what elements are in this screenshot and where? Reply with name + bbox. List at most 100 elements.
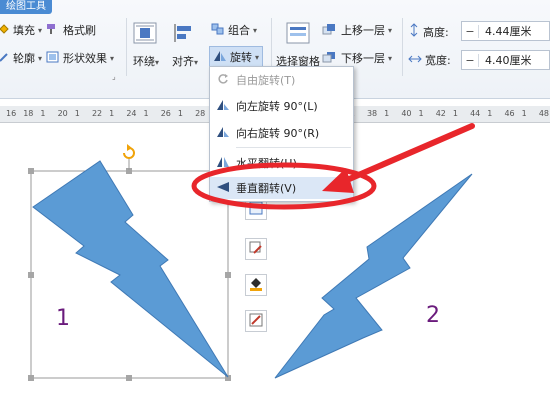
ruler-tick-label: 40 [401, 109, 412, 118]
chevron-down-icon: ▾ [253, 25, 258, 35]
ruler-tick-label: 46 [504, 109, 515, 118]
outline-label: 轮廓 [13, 52, 35, 65]
ruler-tick-label: 1 [521, 109, 527, 118]
width-row: 宽度: [408, 52, 451, 68]
ruler-tick-label: 1 [109, 109, 115, 118]
menu-item-rotate-right[interactable]: 向右旋转 90°(R) [210, 122, 353, 144]
text-wrap-icon [133, 22, 157, 47]
align-button[interactable]: 对齐▾ [172, 22, 198, 69]
outline-button[interactable]: 轮廓 ▾ [0, 50, 42, 66]
chevron-down-icon: ▾ [110, 53, 115, 63]
divider [126, 18, 127, 76]
height-icon [408, 23, 420, 40]
width-decrement-button[interactable]: − [462, 53, 479, 67]
group-button[interactable]: 组合 ▾ [211, 22, 257, 38]
chevron-down-icon: ▾ [255, 52, 260, 62]
align-icon [172, 22, 196, 47]
menu-item-label: 向右旋转 90°(R) [236, 127, 320, 140]
edit-shape-icon [249, 241, 263, 258]
menu-item-flip-horizontal[interactable]: 水平翻转(H) [210, 152, 353, 174]
wrap-label: 环绕 [133, 55, 155, 68]
menu-item-rotate-left[interactable]: 向左旋转 90°(L) [210, 95, 353, 117]
format-painter-icon [46, 23, 60, 38]
chevron-down-icon: ▾ [388, 25, 393, 35]
flip-horizontal-icon [210, 156, 236, 171]
menu-item-label: 自由旋转(T) [236, 74, 296, 87]
ruler-tick-label: 1 [452, 109, 458, 118]
group-label: 组合 [228, 24, 250, 37]
bring-forward-label: 上移一层 [341, 24, 385, 37]
outline-pen-icon [0, 51, 10, 66]
width-value[interactable]: 4.40厘米 [479, 52, 532, 68]
send-backward-button[interactable]: 下移一层 ▾ [322, 50, 392, 66]
shape-outline-button[interactable] [245, 310, 267, 332]
height-label: 高度: [423, 25, 449, 39]
edit-shape-button[interactable] [245, 238, 267, 260]
rotate-icon [213, 50, 227, 65]
fill-bucket-icon [0, 23, 10, 38]
menu-divider [236, 147, 351, 148]
format-painter-label: 格式刷 [63, 24, 96, 37]
ruler-tick-label: 1 [418, 109, 424, 118]
format-painter-button[interactable]: 格式刷 [46, 22, 96, 38]
menu-item-label: 垂直翻转(V) [236, 182, 297, 195]
flip-vertical-icon [210, 181, 236, 196]
wrap-button[interactable]: 环绕▾ [133, 22, 159, 69]
ruler-tick-label: 1 [74, 109, 80, 118]
menu-item-flip-vertical[interactable]: 垂直翻转(V) [210, 177, 353, 199]
paint-bucket-icon [249, 277, 263, 294]
ruler-tick-label: 28 [195, 109, 206, 118]
layout-options-icon [249, 201, 263, 218]
ruler-tick-label: 1 [177, 109, 183, 118]
ruler-tick-label: 26 [160, 109, 171, 118]
ruler-tick-label: 24 [126, 109, 137, 118]
bring-forward-button[interactable]: 上移一层 ▾ [322, 22, 392, 38]
chevron-down-icon: ▾ [38, 25, 43, 35]
rotate-dropdown-menu: 自由旋转(T) 向左旋转 90°(L) 向右旋转 90°(R) 水平翻转(H) … [209, 66, 354, 202]
selection-pane-icon [286, 22, 310, 47]
menu-item-free-rotate[interactable]: 自由旋转(T) [210, 69, 353, 91]
height-decrement-button[interactable]: − [462, 24, 479, 38]
height-row: 高度: [408, 23, 449, 40]
ruler-tick-label: 48 [538, 109, 549, 118]
ruler-tick-label: 22 [91, 109, 103, 118]
ruler-tick-label: 1 [143, 109, 149, 118]
ruler-tick-label: 18 [23, 109, 34, 118]
chevron-down-icon: ▾ [38, 53, 43, 63]
bring-forward-icon [322, 23, 338, 38]
rotate-left-icon [210, 99, 236, 114]
drawing-tools-tab[interactable]: 绘图工具 [0, 0, 52, 14]
group-icon [211, 23, 225, 38]
ruler-tick-label: 38 [366, 109, 378, 118]
width-field[interactable]: − 4.40厘米 [461, 50, 550, 70]
dialog-launcher-icon[interactable]: ⌟ [112, 72, 116, 81]
ruler-tick-label: 42 [435, 109, 446, 118]
align-label: 对齐 [172, 55, 194, 68]
send-backward-icon [322, 51, 338, 66]
ruler-tick-label: 1 [40, 109, 46, 118]
fill-button[interactable]: 填充 ▾ [0, 22, 42, 38]
menu-item-label: 水平翻转(H) [236, 157, 297, 170]
shape-effect-button[interactable]: 形状效果 ▾ [46, 50, 114, 66]
chevron-down-icon: ▾ [155, 58, 160, 67]
rotate-right-icon [210, 126, 236, 141]
menu-item-label: 向左旋转 90°(L) [236, 100, 318, 113]
height-field[interactable]: − 4.44厘米 [461, 21, 550, 41]
shape-effect-label: 形状效果 [63, 52, 107, 65]
outline-pencil-icon [249, 313, 263, 330]
shape-fill-button[interactable] [245, 274, 267, 296]
chevron-down-icon: ▾ [388, 53, 393, 63]
ruler-tick-label: 1 [384, 109, 390, 118]
send-backward-label: 下移一层 [341, 52, 385, 65]
shape-effect-icon [46, 51, 60, 66]
width-icon [408, 53, 422, 68]
ruler-tick-label: 20 [57, 109, 68, 118]
ruler-tick-label: 1 [487, 109, 493, 118]
rotate-button[interactable]: 旋转 ▾ [209, 46, 264, 68]
fill-label: 填充 [13, 24, 35, 37]
divider [402, 18, 403, 76]
height-value[interactable]: 4.44厘米 [479, 23, 532, 39]
width-label: 宽度: [425, 54, 451, 67]
rotate-label: 旋转 [230, 51, 252, 64]
selection-pane-button[interactable]: 选择窗格 [276, 22, 320, 69]
